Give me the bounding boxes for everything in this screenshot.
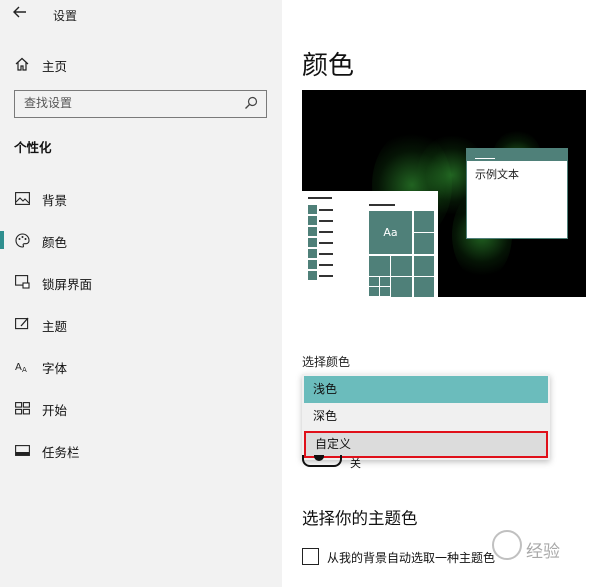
sidebar-item-fonts[interactable]: AA 字体 (0, 350, 282, 392)
back-button[interactable] (12, 4, 32, 24)
home-icon (14, 56, 30, 72)
start-icon (14, 400, 30, 416)
font-icon: AA (14, 358, 30, 374)
sidebar-item-label: 字体 (42, 361, 68, 376)
section-title: 个性化 (14, 140, 52, 155)
sidebar-item-start[interactable]: 开始 (0, 392, 282, 434)
search-box[interactable] (14, 90, 267, 118)
color-mode-dropdown[interactable]: 浅色 深色 自定义 (302, 374, 550, 460)
watermark: 经验 (490, 530, 590, 570)
window-sample-text: 示例文本 (475, 168, 519, 181)
tiles-preview: Aa (369, 201, 434, 297)
palette-icon (14, 232, 30, 248)
sidebar-item-label: 主题 (42, 319, 68, 334)
sidebar-item-lock-screen[interactable]: 锁屏界面 (0, 266, 282, 308)
sidebar: 设置 主页 个性化 背景 颜色 锁屏界面 (0, 0, 282, 587)
search-input[interactable] (24, 96, 224, 110)
sidebar-item-themes[interactable]: 主题 (0, 308, 282, 350)
sidebar-item-label: 颜色 (42, 235, 68, 250)
theme-icon (14, 316, 30, 332)
sidebar-item-label: 开始 (42, 403, 68, 418)
window-preview: 示例文本 (466, 148, 568, 239)
sidebar-item-label: 主页 (42, 59, 68, 74)
tile-sample-text: Aa (369, 211, 412, 254)
paw-logo-icon (492, 530, 522, 560)
lock-screen-icon (14, 274, 30, 290)
svg-text:A: A (22, 366, 27, 373)
auto-accent-checkbox[interactable] (302, 548, 319, 565)
auto-accent-label: 从我的背景自动选取一种主题色 (327, 551, 496, 565)
sidebar-item-taskbar[interactable]: 任务栏 (0, 434, 282, 476)
title-bar: 设置 (0, 0, 282, 30)
theme-preview: Aa 示例文本 (302, 90, 586, 297)
dropdown-option-dark[interactable]: 深色 (304, 403, 548, 430)
sidebar-item-home[interactable]: 主页 (0, 50, 282, 78)
app-title: 设置 (53, 9, 78, 23)
watermark-text: 经验 (526, 542, 560, 562)
sidebar-item-label: 背景 (42, 193, 68, 208)
accent-color-heading: 选择你的主题色 (302, 509, 418, 528)
svg-text:A: A (15, 362, 22, 373)
choose-color-label: 选择颜色 (302, 355, 351, 369)
picture-icon (14, 190, 30, 206)
sidebar-item-label: 任务栏 (42, 445, 80, 460)
back-arrow-icon (13, 6, 26, 18)
sidebar-item-colors[interactable]: 颜色 (0, 224, 282, 266)
dropdown-option-custom[interactable]: 自定义 (304, 431, 548, 458)
dropdown-option-light[interactable]: 浅色 (304, 376, 548, 403)
sidebar-item-label: 锁屏界面 (42, 277, 93, 292)
transparency-toggle[interactable]: 关 (302, 455, 402, 474)
taskbar-icon (14, 442, 30, 458)
toggle-switch[interactable] (302, 455, 342, 467)
sidebar-item-background[interactable]: 背景 (0, 182, 282, 224)
nav-list: 背景 颜色 锁屏界面 主题 AA 字体 开始 任务栏 (0, 182, 282, 476)
search-icon[interactable] (244, 96, 260, 112)
start-menu-preview: Aa (302, 191, 438, 297)
main-content: 颜色 Aa 示例文本 选择颜色 浅色 深色 自定义 关 选择你的主题色 从我的背… (282, 0, 600, 587)
page-title: 颜色 (302, 51, 355, 81)
toggle-state-text: 关 (350, 457, 361, 470)
